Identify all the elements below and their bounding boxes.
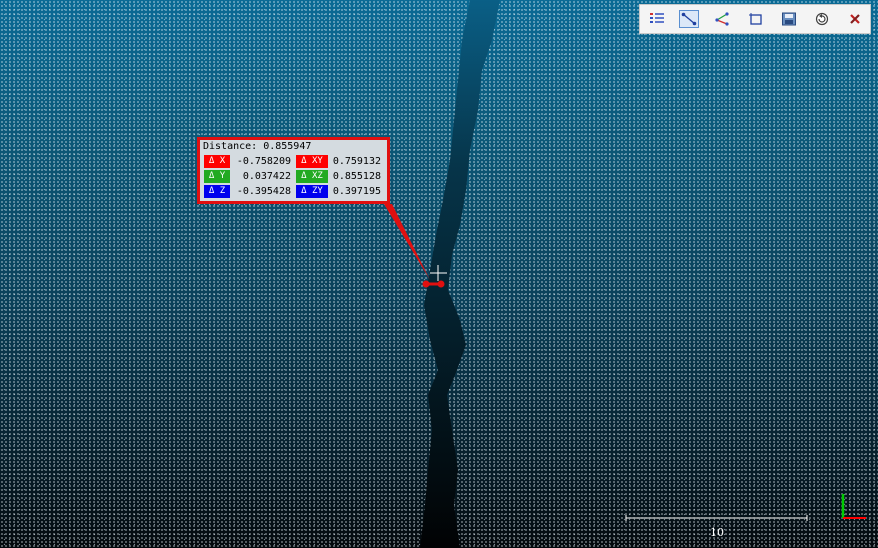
measurement-toolbar bbox=[639, 4, 871, 34]
delta-x-value: -0.758209 bbox=[236, 156, 291, 167]
point-distance-button[interactable] bbox=[679, 10, 699, 28]
distance-title: Distance: 0.855947 bbox=[203, 141, 312, 152]
close-button[interactable] bbox=[845, 10, 865, 28]
label-leader bbox=[384, 204, 430, 280]
scale-bar-label: 10 bbox=[710, 526, 724, 539]
delta-x-tag: Δ X bbox=[204, 155, 230, 168]
measure-point-b[interactable] bbox=[437, 280, 445, 288]
axis-triad bbox=[841, 494, 866, 519]
close-icon bbox=[850, 14, 860, 24]
measurement-overlay bbox=[384, 204, 866, 521]
box-icon bbox=[749, 13, 762, 25]
delta-y-tag: Δ Y bbox=[204, 170, 230, 183]
delta-xz-value: 0.855128 bbox=[332, 171, 381, 182]
point-cloud-viewport[interactable]: 10 Distance: 0.855947 Δ X -0.758209 Δ XY… bbox=[0, 0, 878, 548]
crosshair-cursor bbox=[430, 265, 447, 281]
label-list-button[interactable] bbox=[647, 10, 667, 28]
angle-icon bbox=[715, 12, 729, 26]
distance-label-box[interactable]: Distance: 0.855947 Δ X -0.758209 Δ XY 0.… bbox=[197, 137, 390, 204]
measure-point-a[interactable] bbox=[422, 280, 430, 288]
list-icon bbox=[650, 13, 664, 23]
distance-icon bbox=[681, 12, 697, 26]
reset-icon bbox=[815, 12, 829, 26]
save-button[interactable] bbox=[779, 10, 799, 28]
angle-button[interactable] bbox=[712, 10, 732, 28]
scale-bar bbox=[625, 515, 808, 521]
area-button[interactable] bbox=[746, 10, 766, 28]
save-icon bbox=[782, 12, 796, 26]
delta-xy-value: 0.759132 bbox=[332, 156, 381, 167]
delta-z-tag: Δ Z bbox=[204, 185, 230, 198]
delta-zy-value: 0.397195 bbox=[332, 186, 381, 197]
delta-z-value: -0.395428 bbox=[236, 186, 291, 197]
reset-button[interactable] bbox=[812, 10, 832, 28]
delta-y-value: 0.037422 bbox=[242, 171, 291, 182]
